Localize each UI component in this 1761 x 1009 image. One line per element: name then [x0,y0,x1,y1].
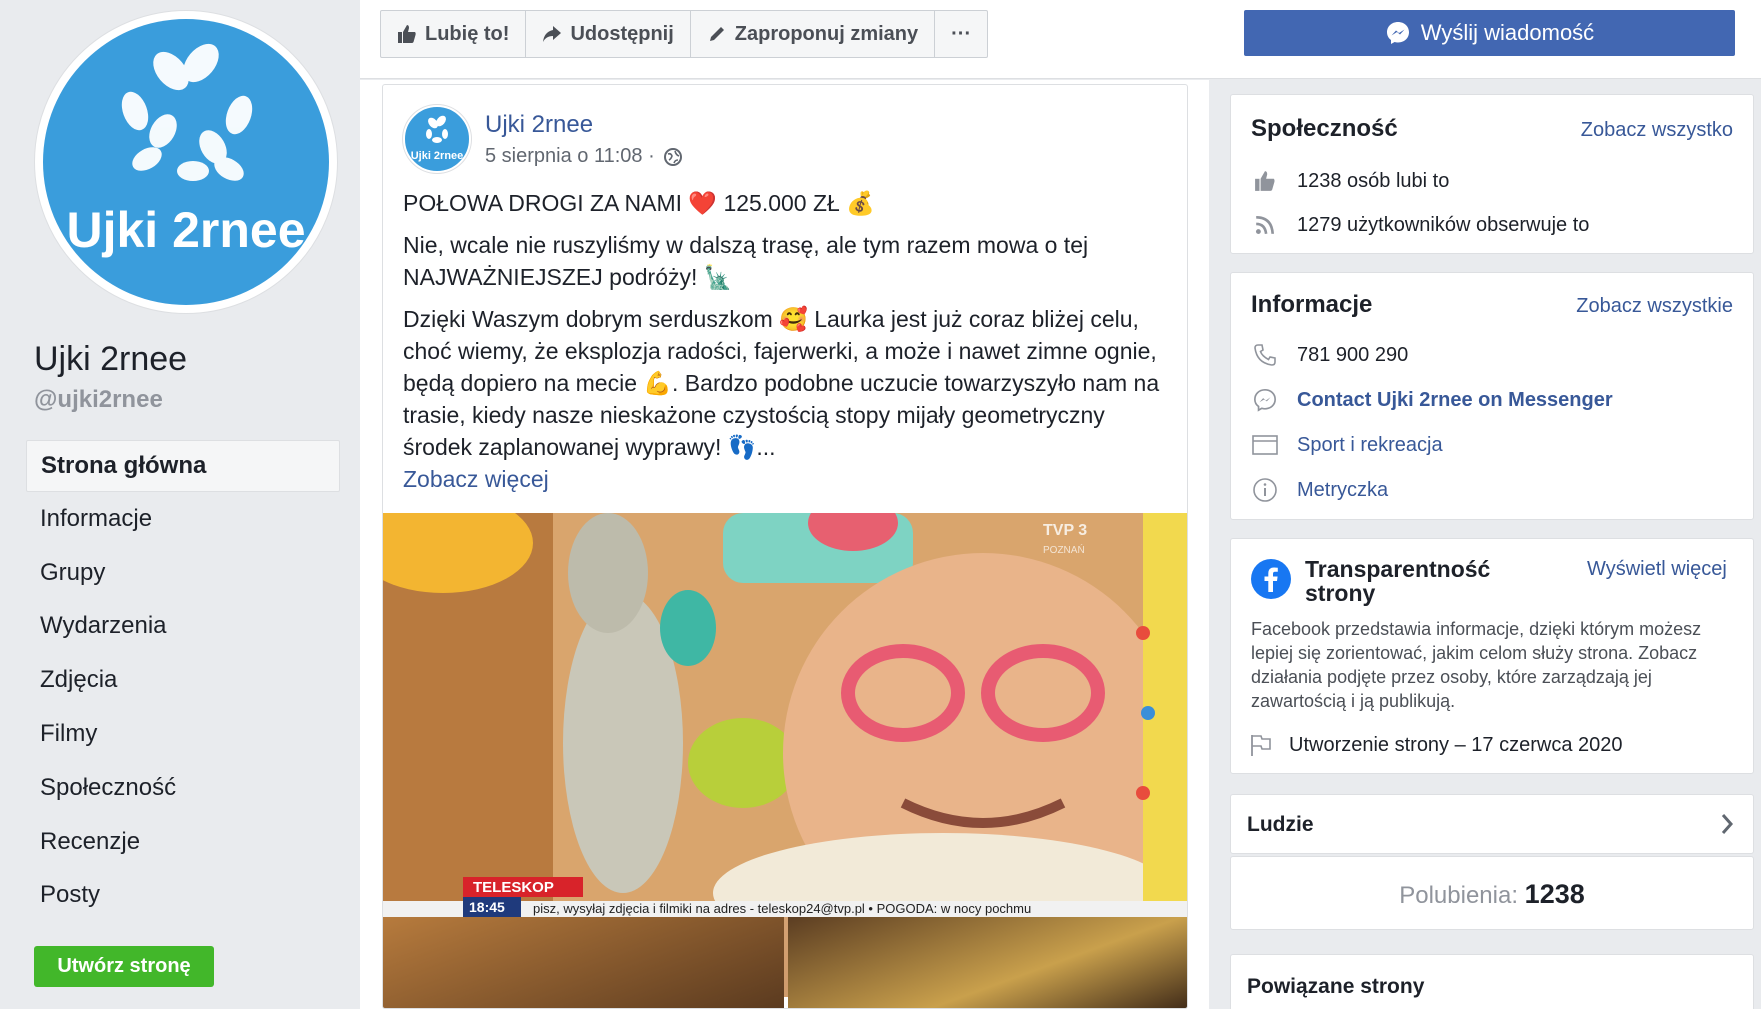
tv-frame-image: TELESKOP 18:45 pisz, wysyłaj zdjęcia i f… [383,513,1187,953]
messenger-icon [1386,22,1409,44]
svg-text:18:45: 18:45 [469,899,505,915]
send-message-button[interactable]: Wyślij wiadomość [1244,10,1735,56]
photo-thumbnail[interactable] [383,917,784,1008]
page-nav: Strona główna Informacje Grupy Wydarzeni… [26,440,340,924]
community-card: Społeczność Zobacz wszystko 1238 osób lu… [1230,94,1754,254]
suggest-edits-button[interactable]: Zaproponuj zmiany [691,11,936,57]
post-photo-thumbnails [383,917,1187,1008]
people-likes-card: Polubienia: 1238 [1230,856,1754,930]
community-see-all-link[interactable]: Zobacz wszystko [1581,119,1733,142]
action-button-group: Lubię to! Udostępnij Zaproponuj zmiany ·… [380,10,989,58]
nav-item-events[interactable]: Wydarzenia [26,601,340,653]
post-timestamp[interactable]: 5 sierpnia o 11:08 · [485,145,683,168]
svg-text:POZNAŃ: POZNAŃ [1043,543,1085,556]
people-likes-count: Polubienia: 1238 [1231,879,1753,910]
page-created-row: Utworzenie strony – 17 czerwca 2020 [1247,731,1623,759]
share-icon [543,26,562,42]
info-phone-text: 781 900 290 [1297,343,1409,366]
page-action-bar: Lubię to! Udostępnij Zaproponuj zmiany ·… [360,0,1761,79]
page-title: Ujki 2rnee [34,340,188,378]
like-button[interactable]: Lubię to! [381,11,527,57]
transparency-see-more-link[interactable]: Wyświetl więcej [1587,557,1737,581]
post-author-avatar[interactable]: Ujki 2rnee [403,105,471,173]
share-button[interactable]: Udostępnij [526,11,691,57]
community-title: Społeczność [1251,115,1398,142]
nav-item-info[interactable]: Informacje [26,494,340,546]
svg-text:pisz, wysyłaj zdjęcia i filmik: pisz, wysyłaj zdjęcia i filmiki na adres… [533,901,1031,916]
page-logo: Ujki 2rnee [43,19,329,305]
rss-follow-icon [1251,211,1279,239]
page-handle[interactable]: @ujki2rnee [34,386,163,414]
post-headline: POŁOWA DROGI ZA NAMI ❤️ 125.000 ZŁ 💰 [403,190,875,216]
send-message-label: Wyślij wiadomość [1420,20,1595,45]
profile-picture[interactable]: Ujki 2rnee [34,10,338,314]
info-about-link[interactable]: Metryczka [1297,479,1388,502]
thumbs-up-icon [1251,167,1279,195]
post-body: POŁOWA DROGI ZA NAMI ❤️ 125.000 ZŁ 💰 Nie… [403,187,1173,495]
info-category-link[interactable]: Sport i rekreacja [1297,434,1443,457]
see-more-link[interactable]: Zobacz więcej [403,463,1173,495]
info-title: Informacje [1251,291,1373,318]
info-messenger-link[interactable]: Contact Ujki 2rnee on Messenger [1297,389,1613,412]
nav-item-home[interactable]: Strona główna [26,440,340,492]
facebook-logo-icon [1251,559,1291,604]
related-pages-card: Powiązane strony [1230,954,1754,1009]
messenger-icon [1251,386,1279,414]
more-dots-icon: ··· [951,22,972,45]
chevron-right-icon [1717,809,1737,844]
community-likes-row: 1238 osób lubi to [1251,167,1449,195]
people-title: Ludzie [1247,813,1314,836]
thumbs-up-icon [398,25,416,43]
svg-text:TVP 3: TVP 3 [1043,522,1087,539]
avatar-leaves-icon: Ujki 2rnee [411,115,464,162]
nav-item-videos[interactable]: Filmy [26,709,340,761]
flag-icon [1247,731,1275,759]
page-created-text: Utworzenie strony – 17 czerwca 2020 [1289,733,1623,756]
info-category-row[interactable]: Sport i rekreacja [1251,431,1443,459]
nav-item-photos[interactable]: Zdjęcia [26,655,340,707]
info-about-row[interactable]: Metryczka [1251,476,1388,504]
nav-item-reviews[interactable]: Recenzje [26,817,340,869]
post-card: Ujki 2rnee Ujki 2rnee 5 sierpnia o 11:08… [382,84,1188,1009]
post-paragraph-1: Nie, wcale nie ruszyliśmy w dalszą trasę… [403,232,1089,290]
info-circle-icon [1251,476,1279,504]
nav-item-community[interactable]: Społeczność [26,763,340,815]
phone-icon [1251,341,1279,369]
svg-text:Ujki 2rnee: Ujki 2rnee [411,150,464,162]
info-phone-row: 781 900 290 [1251,341,1408,369]
share-label: Udostępnij [570,22,674,45]
create-page-button[interactable]: Utwórz stronę [34,946,214,987]
transparency-title: Transparentność strony [1305,556,1491,606]
pencil-icon [709,27,724,41]
globe-icon [663,147,682,166]
transparency-card: Transparentność strony Wyświetl więcej F… [1230,538,1754,774]
info-card: Informacje Zobacz wszystkie 781 900 290 … [1230,272,1754,520]
info-see-all-link[interactable]: Zobacz wszystkie [1576,295,1733,318]
like-label: Lubię to! [425,22,510,45]
suggest-edits-label: Zaproponuj zmiany [734,22,919,45]
community-likes-text: 1238 osób lubi to [1297,169,1450,192]
category-folder-icon [1251,431,1279,459]
post-paragraph-2: Dzięki Waszym dobrym serduszkom 🥰 Laurka… [403,306,1160,460]
post-time-text: 5 sierpnia o 11:08 · [485,145,655,167]
nav-item-posts[interactable]: Posty [26,870,340,922]
related-pages-title: Powiązane strony [1247,975,1425,998]
info-messenger-row[interactable]: Contact Ujki 2rnee on Messenger [1251,386,1613,414]
post-author-name[interactable]: Ujki 2rnee [485,111,593,139]
more-options-button[interactable]: ··· [935,11,987,57]
photo-thumbnail[interactable] [788,917,1187,1008]
community-follows-text: 1279 użytkowników obserwuje to [1297,213,1590,236]
people-header-card[interactable]: Ludzie [1230,794,1754,854]
svg-text:Ujki 2rnee: Ujki 2rnee [66,202,305,258]
transparency-description: Facebook przedstawia informacje, dzięki … [1251,619,1702,711]
svg-text:TELESKOP: TELESKOP [473,879,554,896]
nav-item-groups[interactable]: Grupy [26,548,340,600]
community-follows-row: 1279 użytkowników obserwuje to [1251,211,1589,239]
left-column: Ujki 2rnee Ujki 2rnee @ujki2rnee Strona … [0,0,358,1009]
people-likes-value: 1238 [1524,879,1585,909]
logo-leaves-icon: Ujki 2rnee [66,43,306,258]
people-likes-label: Polubienia: [1399,882,1518,909]
